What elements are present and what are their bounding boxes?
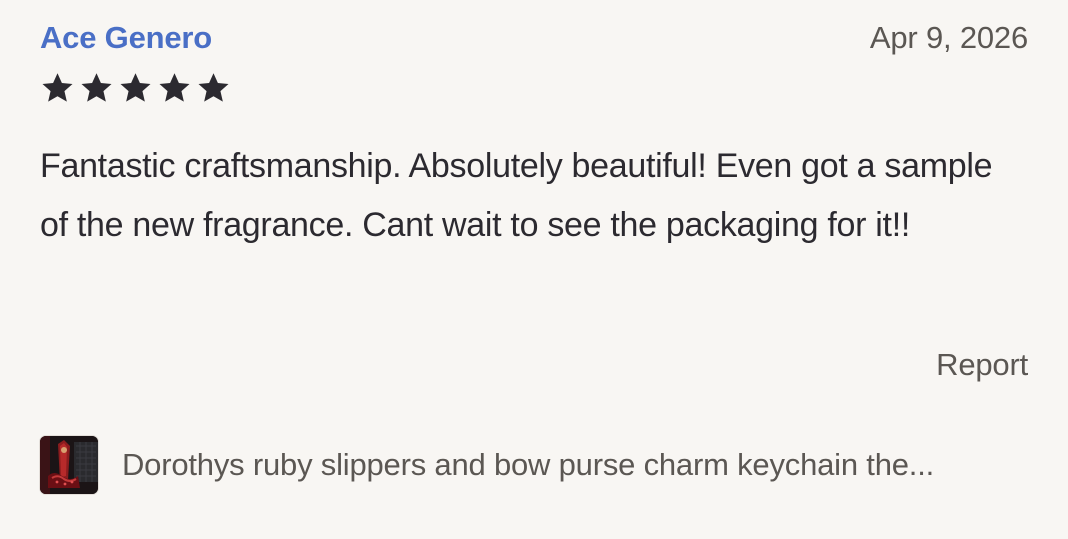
- star-icon: [118, 71, 153, 105]
- star-icon: [79, 71, 114, 105]
- review-text: Fantastic craftsmanship. Absolutely beau…: [40, 147, 993, 244]
- reviewer-name-link[interactable]: Ace Genero: [40, 18, 212, 58]
- review-card: Ace Genero Apr 9, 2026 Fantastic craftsm…: [40, 0, 1028, 539]
- star-icon: [196, 71, 231, 105]
- reviewed-product-link[interactable]: Dorothys ruby slippers and bow purse cha…: [40, 436, 1028, 494]
- product-title[interactable]: Dorothys ruby slippers and bow purse cha…: [122, 445, 934, 485]
- star-rating: [40, 71, 231, 105]
- report-link[interactable]: Report: [936, 345, 1028, 385]
- product-thumbnail[interactable]: [40, 436, 98, 494]
- star-icon: [157, 71, 192, 105]
- star-icon: [40, 71, 75, 105]
- product-thumbnail-image: [40, 436, 98, 494]
- review-date: Apr 9, 2026: [869, 20, 1028, 55]
